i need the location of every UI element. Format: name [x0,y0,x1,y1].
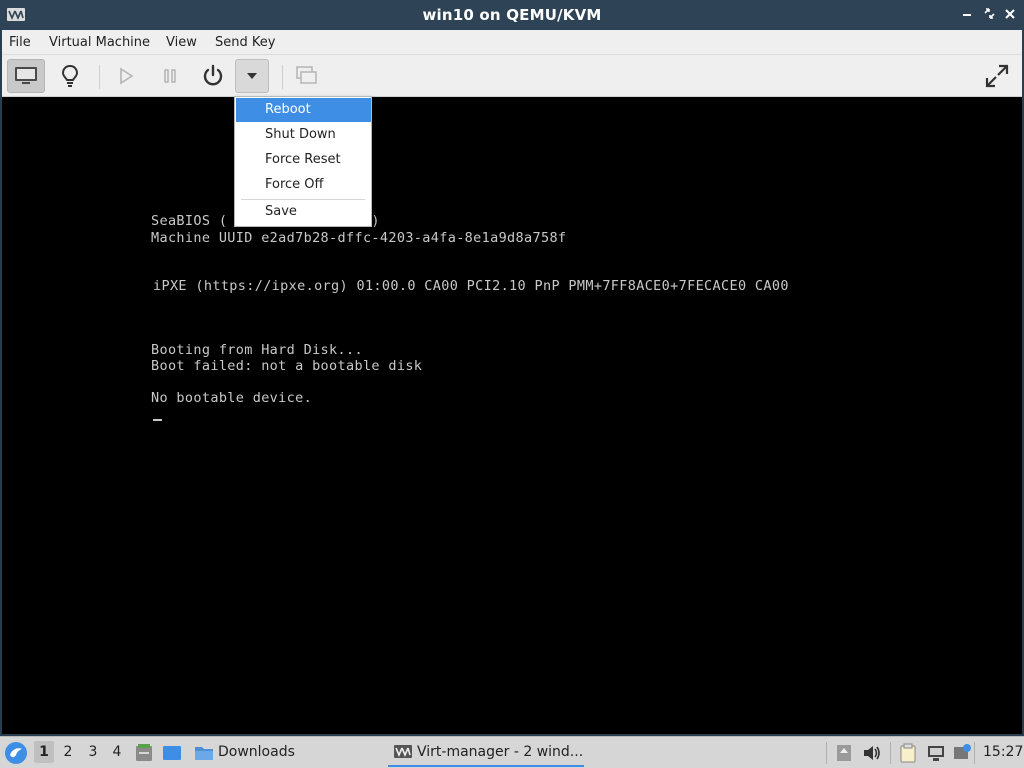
show-desktop-icon[interactable] [162,743,182,763]
menu-item-force-reset[interactable]: Force Reset [236,148,371,172]
toolbar-separator [282,65,283,89]
monitor-icon [15,67,37,84]
menu-file[interactable]: File [9,35,31,50]
restore-icon [983,8,995,19]
fullscreen-icon [985,64,1009,88]
task-label: Virt-manager - 2 wind... [417,744,584,760]
chevron-down-icon [247,73,257,79]
app-window: win10 on QEMU/KVM File Virtual Machine V… [0,0,1024,768]
downloads-task[interactable]: Downloads [218,744,295,760]
screenshot-button[interactable] [288,59,326,93]
show-details-button[interactable] [51,59,89,93]
menu-virtual-machine[interactable]: Virtual Machine [49,35,150,50]
title-bar: win10 on QEMU/KVM [0,0,1024,30]
menu-item-force-off[interactable]: Force Off [236,173,371,197]
workspace-4[interactable]: 4 [107,744,127,760]
restore-button[interactable] [980,5,998,25]
start-menu-icon[interactable] [4,741,28,765]
workspace-2[interactable]: 2 [58,744,78,760]
console-line: Machine UUID e2ad7b28-dffc-4203-a4fa-8e1… [151,230,567,246]
pause-button[interactable] [151,59,189,93]
network-status-icon[interactable] [952,743,972,763]
console-line: Booting from Hard Disk... [151,342,363,358]
window-title: win10 on QEMU/KVM [422,6,602,24]
minimize-button[interactable] [958,5,976,25]
power-icon [203,64,223,86]
menu-bar: File Virtual Machine View Send Key [2,30,1022,55]
console-line: Boot failed: not a bootable disk [151,358,423,374]
play-icon [120,67,134,85]
virt-manager-logo-icon [394,745,412,758]
show-console-button[interactable] [7,59,45,93]
file-manager-icon[interactable] [134,743,154,763]
toolbar-separator [99,65,100,89]
tray-arrow-icon[interactable] [834,743,854,763]
tray-separator [974,742,975,764]
workspace-3[interactable]: 3 [83,744,103,760]
clock[interactable]: 15:27 [983,744,1023,760]
console-line: iPXE (https://ipxe.org) 01:00.0 CA00 PCI… [153,278,789,294]
toolbar [2,55,1022,97]
power-button[interactable] [194,59,232,93]
pause-icon [164,69,176,83]
volume-icon[interactable] [862,743,882,763]
menu-send-key[interactable]: Send Key [215,35,275,50]
menu-view[interactable]: View [166,35,197,50]
screenshot-icon [296,66,317,84]
close-icon [1005,9,1015,19]
menu-item-shut-down[interactable]: Shut Down [236,123,371,147]
console-line: No bootable device. [151,390,313,406]
tray-separator [890,742,891,764]
run-button[interactable] [107,59,145,93]
lightbulb-icon [61,64,79,87]
menu-item-reboot[interactable]: Reboot [236,98,371,122]
network-icon[interactable] [926,743,946,763]
text-cursor [153,419,162,421]
folder-icon[interactable] [194,743,214,763]
power-dropdown-menu: Reboot Shut Down Force Reset Force Off S… [234,96,372,227]
workspace-1[interactable]: 1 [34,741,54,763]
taskbar: 1 2 3 4 Downloads Virt-manager - 2 wind.… [0,736,1024,768]
tray-separator [826,742,827,764]
virt-manager-task-button[interactable]: Virt-manager - 2 wind... [388,739,584,767]
minimize-icon [963,14,971,16]
vm-console-display[interactable]: SeaBIOS ( ) Machine UUID e2ad7b28-dffc-4… [2,97,1022,734]
power-menu-dropdown-button[interactable] [235,59,269,93]
fullscreen-button[interactable] [978,59,1016,93]
close-button[interactable] [1001,5,1019,25]
clipboard-icon[interactable] [898,743,918,763]
menu-item-save[interactable]: Save [236,200,371,224]
